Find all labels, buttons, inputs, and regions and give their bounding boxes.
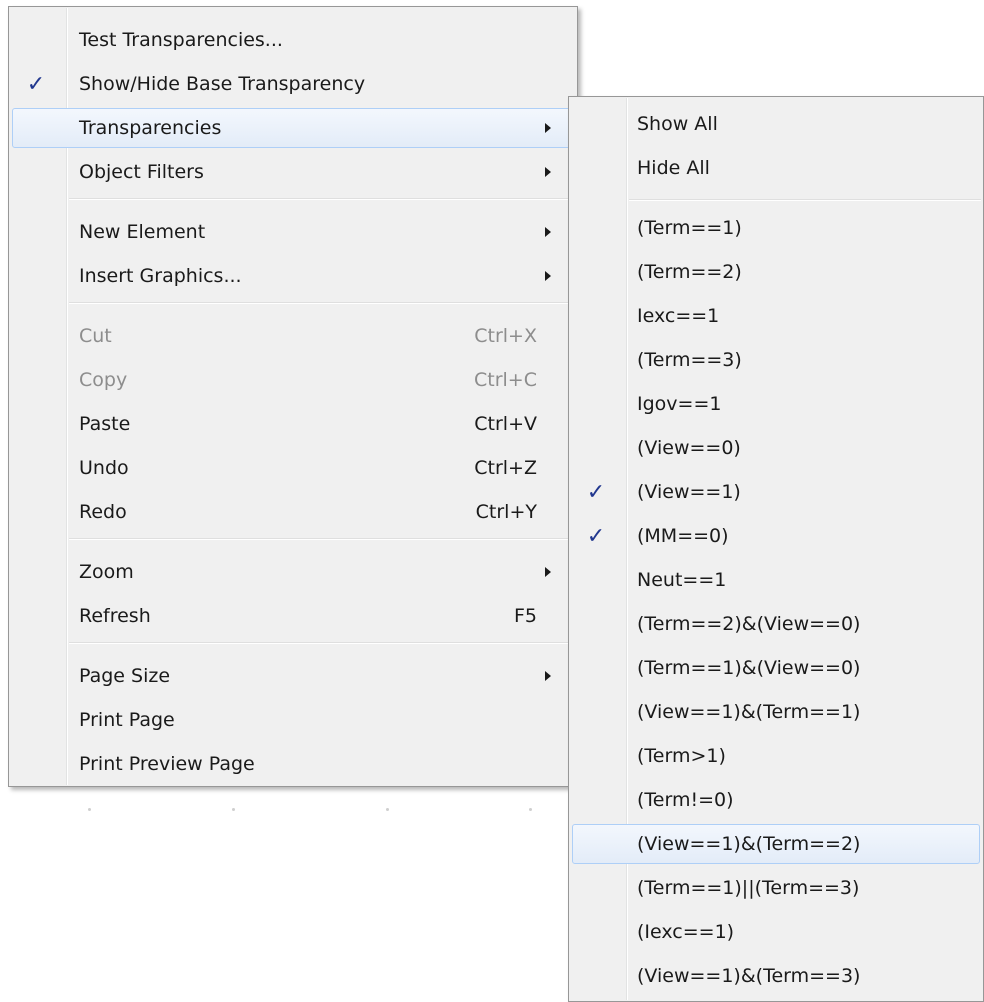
menu-item-view-0[interactable]: (View==0) [572,428,980,468]
menu-item-print-preview-page[interactable]: Print Preview Page [12,744,574,784]
menu-item-view-1-term-1[interactable]: (View==1)&(Term==1) [572,692,980,732]
shortcut-label: Ctrl+Y [475,501,537,523]
menu-item-term-1-term-3[interactable]: (Term==1)||(Term==3) [572,868,980,908]
menu-item-neut-1[interactable]: Neut==1 [572,560,980,600]
shortcut-label: Ctrl+C [474,369,537,391]
menu-item-label: Hide All [637,157,710,179]
menu-item-label: Undo [79,457,129,479]
menu-item-label: (View==1)&(Term==2) [637,833,861,855]
menu-item-label: (View==0) [637,437,741,459]
menu-separator [629,199,981,201]
checkmark-icon: ✓ [586,523,606,549]
menu-item-label: Copy [79,369,128,391]
submenu-arrow-icon [545,271,551,281]
menu-item-label: Redo [79,501,127,523]
menu-item-mm-0[interactable]: ✓ (MM==0) [572,516,980,556]
menu-item-label: Print Preview Page [79,753,255,775]
menu-item-label: (View==1)&(Term==1) [637,701,861,723]
menu-item-paste[interactable]: Paste Ctrl+V [12,404,574,444]
submenu-arrow-icon [545,227,551,237]
menu-item-new-element[interactable]: New Element [12,212,574,252]
menu-item-label: (Term==2) [637,261,742,283]
menu-item-label: Show All [637,113,718,135]
menu-separator [69,538,575,540]
menu-item-transparencies[interactable]: Transparencies [12,108,574,148]
menu-item-show-all[interactable]: Show All [572,104,980,144]
menu-item-hide-all[interactable]: Hide All [572,148,980,188]
menu-item-view-1-term-3[interactable]: (View==1)&(Term==3) [572,956,980,996]
menu-item-label: (View==1) [637,481,741,503]
menu-item-label: Igov==1 [637,393,722,415]
menu-item-label: Insert Graphics... [79,265,242,287]
menu-item-copy[interactable]: Copy Ctrl+C [12,360,574,400]
menu-separator [69,302,575,304]
shortcut-label: Ctrl+X [474,325,537,347]
menu-item-undo[interactable]: Undo Ctrl+Z [12,448,574,488]
menu-item-label: (Iexc==1) [637,921,735,943]
shortcut-label: Ctrl+Z [474,457,537,479]
menu-item-label: Page Size [79,665,171,687]
menu-item-label: Refresh [79,605,151,627]
submenu-arrow-icon [545,167,551,177]
submenu-arrow-icon [545,671,551,681]
menu-item-refresh[interactable]: Refresh F5 [12,596,574,636]
shortcut-label: Ctrl+V [474,413,537,435]
menu-item-label: Test Transparencies... [79,29,283,51]
menu-item-igov-1[interactable]: Igov==1 [572,384,980,424]
menu-item-label: (Term==1)&(View==0) [637,657,861,679]
menu-item-term-1[interactable]: (Term>1) [572,736,980,776]
menu-item-view-1[interactable]: ✓ (View==1) [572,472,980,512]
menu-item-label: New Element [79,221,206,243]
menu-item-label: Iexc==1 [637,305,720,327]
menu-item-object-filters[interactable]: Object Filters [12,152,574,192]
menu-item-iexc-1[interactable]: Iexc==1 [572,296,980,336]
transparencies-submenu: Show All Hide All (Term==1) (Term==2) Iexc==… [568,96,984,1002]
menu-item-redo[interactable]: Redo Ctrl+Y [12,492,574,532]
submenu-arrow-icon [545,123,551,133]
menu-item-term-1-view-0[interactable]: (Term==1)&(View==0) [572,648,980,688]
menu-item-iexc-1[interactable]: (Iexc==1) [572,912,980,952]
menu-item-term-2-view-0[interactable]: (Term==2)&(View==0) [572,604,980,644]
menu-item-label: (Term==1)||(Term==3) [637,877,860,899]
menu-item-show-hide-base-transparency[interactable]: ✓ Show/Hide Base Transparency [12,64,574,104]
menu-item-label: Neut==1 [637,569,727,591]
background-dot [232,808,235,811]
menu-item-view-1-term-2[interactable]: (View==1)&(Term==2) [572,824,980,864]
menu-item-label: (MM==0) [637,525,729,547]
menu-item-label: Transparencies [79,117,222,139]
menu-item-term-3[interactable]: (Term==3) [572,340,980,380]
checkmark-icon: ✓ [586,479,606,505]
menu-item-label: Object Filters [79,161,204,183]
menu-item-term-2[interactable]: (Term==2) [572,252,980,292]
menu-item-label: (Term>1) [637,745,726,767]
checkmark-icon: ✓ [26,71,46,97]
menu-item-cut[interactable]: Cut Ctrl+X [12,316,574,356]
menu-item-term-0[interactable]: (Term!=0) [572,780,980,820]
menu-item-test-transparencies[interactable]: Test Transparencies... [12,20,574,60]
menu-separator [69,642,575,644]
menu-separator [69,198,575,200]
background-dot [88,808,91,811]
menu-item-page-size[interactable]: Page Size [12,656,574,696]
menu-item-print-page[interactable]: Print Page [12,700,574,740]
submenu-arrow-icon [545,567,551,577]
menu-item-label: Cut [79,325,112,347]
menu-item-label: Show/Hide Base Transparency [79,73,366,95]
background-dot [529,808,532,811]
menu-item-label: Paste [79,413,131,435]
menu-item-label: (View==1)&(Term==3) [637,965,861,987]
context-menu: Test Transparencies... ✓ Show/Hide Base Tr… [8,6,578,787]
menu-item-insert-graphics[interactable]: Insert Graphics... [12,256,574,296]
menu-item-label: (Term==2)&(View==0) [637,613,861,635]
shortcut-label: F5 [513,605,537,627]
menu-item-label: (Term!=0) [637,789,734,811]
menu-item-label: Print Page [79,709,175,731]
background-dot [386,808,389,811]
menu-item-label: Zoom [79,561,134,583]
menu-item-label: (Term==3) [637,349,742,371]
menu-item-label: (Term==1) [637,217,742,239]
menu-item-zoom[interactable]: Zoom [12,552,574,592]
menu-item-term-1[interactable]: (Term==1) [572,208,980,248]
